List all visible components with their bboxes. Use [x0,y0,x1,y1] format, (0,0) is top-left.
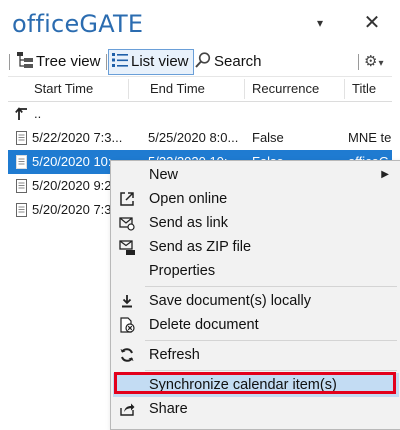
cell-end-time: 5/25/2020 8:0... [148,130,239,145]
menu-separator [145,340,397,341]
cell-recurrence: False [252,130,284,145]
tree-view-button[interactable]: Tree view [14,50,104,74]
close-button[interactable]: ✕ [361,12,383,34]
column-recurrence[interactable]: Recurrence [252,77,319,101]
submenu-arrow-icon: ▶ [381,169,389,180]
refresh-icon [120,348,134,362]
search-label: Search [214,53,262,70]
download-icon [122,295,132,308]
menu-item-send-as-zip[interactable]: Send as ZIP file [113,235,399,259]
toolbar-separator [106,54,107,70]
document-icon [16,155,27,169]
search-icon [195,52,211,68]
menu-item-save-locally[interactable]: Save document(s) locally [113,289,399,313]
officegate-panel: officeGATE ▾ ✕ Tree view List view Searc… [0,0,400,430]
column-header: Start Time End Time Recurrence Title [8,77,392,102]
open-external-icon [120,192,134,206]
document-icon [16,203,27,217]
title-bar: officeGATE ▾ ✕ [0,0,400,46]
menu-item-label: Properties [149,263,216,279]
chevron-down-icon: ▾ [378,58,384,69]
menu-separator [145,370,397,371]
column-end-time[interactable]: End Time [150,77,205,101]
menu-item-label: Refresh [149,347,200,363]
column-divider[interactable] [244,79,245,99]
cell-start-time: 5/20/2020 7:3... [32,202,110,217]
column-title[interactable]: Title [352,77,376,101]
mail-link-icon [119,217,135,231]
panel-menu-button[interactable]: ▾ [309,12,331,34]
cell-start-time: 5/20/2020 9:2... [32,178,110,193]
gear-icon: ⚙ [364,53,378,70]
column-start-time[interactable]: Start Time [34,77,93,101]
menu-item-properties[interactable]: Properties [113,259,399,283]
toolbar: Tree view List view Search ⚙▾ [8,48,392,77]
up-arrow-icon [15,107,27,120]
list-view-button[interactable]: List view [108,49,194,75]
menu-item-label: Delete document [149,317,259,333]
column-divider[interactable] [344,79,345,99]
menu-separator [145,286,397,287]
menu-item-share[interactable]: Share [113,397,399,421]
tree-view-icon [17,52,33,68]
parent-folder-label: .. [34,106,42,121]
document-icon [16,179,27,193]
menu-item-label: Save document(s) locally [149,293,311,309]
menu-item-label: Send as link [149,215,228,231]
menu-item-label: Send as ZIP file [149,239,252,255]
delete-document-icon [120,317,135,333]
menu-item-label: New [149,167,179,183]
menu-item-refresh[interactable]: Refresh [113,343,399,367]
cell-title: MNE te [348,130,392,145]
app-title: officeGATE [12,10,144,38]
search-button[interactable]: Search [192,50,266,74]
menu-item-synchronize-calendar[interactable]: Synchronize calendar item(s) [113,373,399,397]
list-view-label: List view [131,53,189,70]
mail-zip-icon [119,240,135,255]
table-row[interactable]: 5/22/2020 7:3... 5/25/2020 8:0... False … [8,126,392,150]
menu-item-send-as-link[interactable]: Send as link [113,211,399,235]
tree-view-label: Tree view [36,53,101,70]
document-icon [16,131,27,145]
context-menu: New ▶ Open online Send as link Send as Z… [110,160,400,430]
toolbar-grip [9,54,10,70]
parent-folder-row[interactable]: .. [8,102,392,126]
menu-item-delete-document[interactable]: Delete document [113,313,399,337]
share-icon [120,403,135,416]
menu-item-label: Synchronize calendar item(s) [149,377,337,393]
menu-item-label: Share [149,401,188,417]
list-view-icon [112,53,128,67]
settings-button[interactable]: ⚙▾ [364,51,383,73]
menu-item-new[interactable]: New ▶ [113,163,399,187]
cell-start-time: 5/22/2020 7:3... [32,130,123,145]
toolbar-separator [358,54,359,70]
column-divider[interactable] [128,79,129,99]
menu-item-open-online[interactable]: Open online [113,187,399,211]
menu-item-label: Open online [149,191,228,207]
